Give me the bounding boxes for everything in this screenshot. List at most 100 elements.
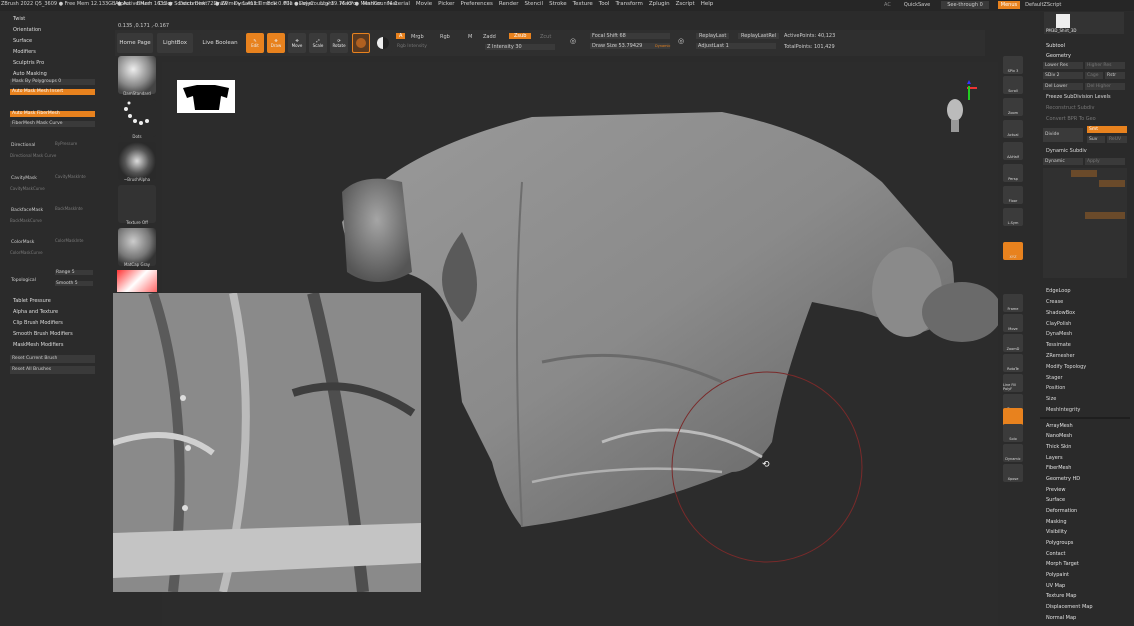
menu-morph-target[interactable]: Morph Target — [1046, 561, 1079, 567]
move-button[interactable]: ✜ Move — [288, 33, 306, 53]
shelf-button-20[interactable]: Dynamic — [1003, 444, 1023, 462]
qgrid-slider[interactable] — [1071, 170, 1097, 177]
shelf-button-11[interactable] — [1003, 278, 1023, 288]
menu-document[interactable]: Document — [179, 1, 208, 7]
menu-preferences[interactable]: Preferences — [461, 1, 493, 7]
section-meshintegrity[interactable]: MeshIntegrity — [1046, 407, 1080, 413]
shelf-button-7[interactable]: L.Sym — [1003, 208, 1023, 226]
menu-thick-skin[interactable]: Thick Skin — [1046, 444, 1071, 450]
shelf-button-16[interactable]: Line Fill PolyF — [1003, 374, 1023, 392]
replay-last-rel-button[interactable]: ReplayLastRel — [738, 33, 780, 39]
rgb-toggle[interactable]: Rgb — [440, 34, 450, 40]
cavity-mask-curve[interactable]: CavityMaskCurve — [10, 186, 45, 191]
menu-stencil[interactable]: Stencil — [524, 1, 543, 7]
menu-transform[interactable]: Transform — [615, 1, 642, 7]
shelf-button-21[interactable]: Xpose — [1003, 464, 1023, 482]
divide-button[interactable]: Divide — [1043, 128, 1083, 142]
menu-zscript[interactable]: Zscript — [676, 1, 695, 7]
subtool-header[interactable]: Subtool — [1046, 43, 1065, 49]
shelf-button-1[interactable]: Scroll — [1003, 76, 1023, 94]
menu-help[interactable]: Help — [701, 1, 714, 7]
menu-preview[interactable]: Preview — [1046, 487, 1065, 493]
menu-uv-map[interactable]: UV Map — [1046, 583, 1065, 589]
menu-stroke[interactable]: Stroke — [549, 1, 567, 7]
bypressure-slider[interactable]: ByPressure — [55, 141, 77, 146]
menu-dynamics[interactable]: Dynamics — [234, 1, 261, 7]
material-swatch[interactable] — [352, 33, 370, 53]
mrgb-toggle[interactable]: Mrgb — [411, 34, 424, 40]
shelf-button-6[interactable]: Floor — [1003, 186, 1023, 204]
replay-last-button[interactable]: ReplayLast — [696, 33, 730, 39]
menu-smooth-brush-modifiers[interactable]: Smooth Brush Modifiers — [13, 331, 73, 337]
section-edgeloop[interactable]: EdgeLoop — [1046, 288, 1071, 294]
directional-button[interactable]: Directional — [11, 143, 35, 148]
lightbox-button[interactable]: LightBox — [157, 33, 193, 53]
smooth-slider[interactable]: Smooth 5 — [55, 281, 93, 286]
menu-alpha[interactable]: Alpha — [115, 1, 131, 7]
menu-displacement-map[interactable]: Displacement Map — [1046, 604, 1093, 610]
menu-maskmesh-modifiers[interactable]: MaskMesh Modifiers — [13, 342, 63, 348]
shelf-button-2[interactable]: Zoom — [1003, 98, 1023, 116]
menu-deformation[interactable]: Deformation — [1046, 508, 1077, 514]
menu-twist[interactable]: Twist — [13, 16, 25, 22]
color-mask-curve[interactable]: ColorMaskCurve — [10, 250, 43, 255]
color-picker-button[interactable] — [374, 33, 392, 53]
menu-movie[interactable]: Movie — [416, 1, 432, 7]
scale-button[interactable]: ⤢ Scale — [309, 33, 327, 53]
menu-surface-tool[interactable]: Surface — [1046, 497, 1065, 503]
dynamic-toggle[interactable]: Dynamic — [655, 44, 670, 48]
suv-toggle[interactable]: Suv — [1087, 136, 1105, 143]
shelf-button-3[interactable]: Actual — [1003, 120, 1023, 138]
menu-contact[interactable]: Contact — [1046, 551, 1065, 557]
section-claypolish[interactable]: ClayPolish — [1046, 321, 1071, 327]
focal-shift-slider[interactable]: Focal Shift 68 — [590, 33, 670, 39]
color-picker-swatch[interactable] — [117, 270, 157, 292]
rgb-intensity-slider[interactable]: Rgb Intensity — [397, 44, 427, 49]
dynamic-button[interactable]: Dynamic — [1043, 158, 1083, 165]
lower-res-button[interactable]: Lower Res — [1043, 62, 1083, 69]
smt-toggle[interactable]: Smt — [1087, 126, 1127, 133]
menu-tool[interactable]: Tool — [599, 1, 610, 7]
adjust-last-slider[interactable]: AdjustLast 1 — [696, 43, 776, 49]
del-higher-button[interactable]: Del Higher — [1085, 83, 1125, 90]
auto-mask-mesh-insert-button[interactable]: Auto Mask Mesh Insert — [10, 89, 95, 95]
freeze-subdivision-button[interactable]: Freeze SubDivision Levels — [1046, 94, 1111, 100]
shelf-button-9[interactable]: XYZ — [1003, 242, 1023, 260]
color-mask-button[interactable]: ColorMask — [11, 240, 34, 245]
menu-polypaint[interactable]: Polypaint — [1046, 572, 1069, 578]
draw-button[interactable]: ✥ Draw — [267, 33, 285, 53]
rstr-button[interactable]: Rstr — [1105, 72, 1125, 79]
backface-mask-button[interactable]: BackfaceMask — [11, 208, 43, 213]
section-dynamesh[interactable]: DynaMesh — [1046, 331, 1072, 337]
menu-arraymesh[interactable]: ArrayMesh — [1046, 423, 1073, 429]
menu-brush[interactable]: Brush — [137, 1, 153, 7]
texture-thumbnail[interactable] — [118, 185, 156, 223]
see-through-slider[interactable]: See-through 0 — [941, 1, 989, 9]
directional-mask-curve[interactable]: Directional Mask Curve — [10, 153, 56, 158]
menu-tablet-pressure[interactable]: Tablet Pressure — [13, 298, 51, 304]
range-slider[interactable]: Range 5 — [55, 270, 93, 275]
navigator-thumbnail[interactable] — [177, 80, 235, 113]
backface-mask-intensity-slider[interactable]: BackMaskInte — [55, 206, 83, 211]
menu-macro[interactable]: Macro — [340, 1, 357, 7]
shelf-button-12[interactable]: Frame — [1003, 294, 1023, 312]
m-toggle[interactable]: M — [468, 34, 472, 40]
alpha-thumbnail[interactable] — [118, 142, 156, 180]
higher-res-button[interactable]: Higher Res — [1085, 62, 1125, 69]
menu-modifiers[interactable]: Modifiers — [13, 49, 36, 55]
menu-light[interactable]: Light — [320, 1, 334, 7]
reuv-toggle[interactable]: ReUV — [1107, 136, 1127, 143]
shelf-button-14[interactable]: ZoomD — [1003, 334, 1023, 352]
default-zscript-button[interactable]: DefaultZScript — [1025, 2, 1061, 8]
shelf-button-13[interactable]: Move — [1003, 314, 1023, 332]
thickness-slider[interactable] — [1085, 212, 1125, 219]
menu-normal-map[interactable]: Normal Map — [1046, 615, 1076, 621]
section-modify-topology[interactable]: Modify Topology — [1046, 364, 1086, 370]
shelf-button-5[interactable]: Persp — [1003, 164, 1023, 182]
apply-button[interactable]: Apply — [1085, 158, 1125, 165]
ac-label[interactable]: AC — [884, 2, 891, 8]
menu-geometry-hd[interactable]: Geometry HD — [1046, 476, 1080, 482]
section-zremesher[interactable]: ZRemesher — [1046, 353, 1075, 359]
convert-bpr-button[interactable]: Convert BPR To Geo — [1046, 116, 1096, 122]
menu-draw[interactable]: Draw — [213, 1, 227, 7]
